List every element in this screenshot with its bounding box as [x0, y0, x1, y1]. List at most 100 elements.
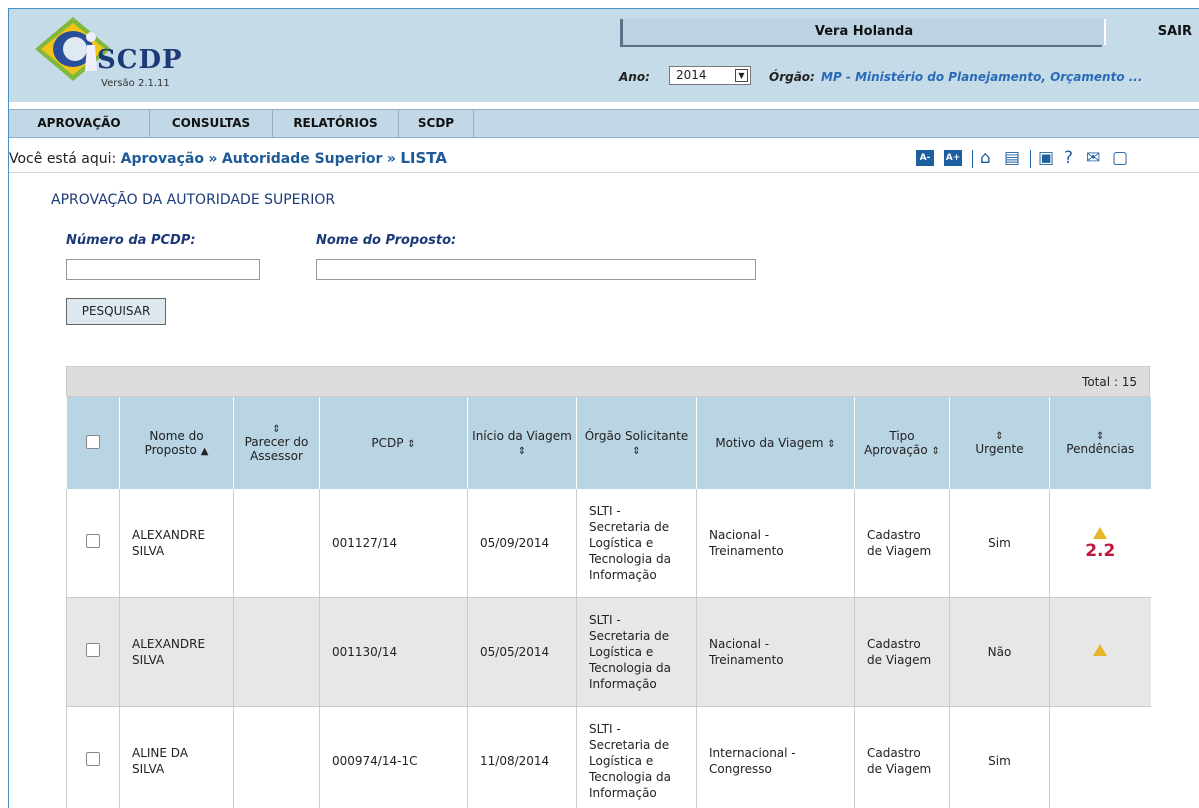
- proposto-input[interactable]: [316, 259, 756, 280]
- breadcrumb-item-autoridade-superior[interactable]: Autoridade Superior: [222, 151, 382, 167]
- breadcrumb-item-lista: LISTA: [400, 149, 447, 167]
- select-all-checkbox[interactable]: [86, 435, 100, 449]
- cell-pendencias: 2.2: [1050, 489, 1151, 598]
- warning-icon[interactable]: [1093, 527, 1107, 539]
- toolbar-divider: [972, 150, 973, 168]
- help-icon[interactable]: ?: [1064, 148, 1073, 168]
- cell-nome: ALEXANDRE SILVA: [120, 489, 234, 598]
- breadcrumb-separator: »: [208, 151, 217, 167]
- results-grid: Total : 15 Nome do Proposto ▲ ⇕Parecer d…: [66, 366, 1150, 808]
- col-header-pcdp[interactable]: PCDP ⇕: [320, 397, 468, 489]
- cell-nome: ALINE DA SILVA: [120, 707, 234, 808]
- row-checkbox[interactable]: [86, 643, 100, 657]
- cell-pcdp: 000974/14-1C: [320, 707, 468, 808]
- font-decrease-button[interactable]: A-: [916, 150, 934, 166]
- sort-icon: ⇕: [238, 424, 315, 435]
- comment-icon[interactable]: ▤: [1004, 148, 1020, 168]
- row-checkbox[interactable]: [86, 752, 100, 766]
- col-header-tipo[interactable]: Tipo Aprovação ⇕: [855, 397, 950, 489]
- cell-inicio: 05/05/2014: [468, 598, 577, 707]
- row-select-cell: [67, 489, 120, 598]
- chat-icon[interactable]: ▢: [1112, 148, 1128, 168]
- sort-icon: ⇕: [932, 446, 940, 457]
- col-label: Nome do Proposto: [145, 429, 204, 457]
- breadcrumb-item-aprovacao[interactable]: Aprovação: [121, 151, 204, 167]
- user-bar: Vera Holanda SAIR: [620, 19, 1199, 45]
- menu-item-consultas[interactable]: CONSULTAS: [150, 110, 273, 137]
- toolbar-divider: [1030, 150, 1031, 168]
- col-label: Parecer do Assessor: [245, 435, 309, 463]
- table-row[interactable]: ALEXANDRE SILVA 001130/14 05/05/2014 SLT…: [67, 598, 1151, 707]
- pcdp-input[interactable]: [66, 259, 260, 280]
- version-label: Versão 2.1.11: [101, 78, 170, 89]
- pcdp-label: Número da PCDP:: [66, 233, 196, 248]
- header: SCDP Versão 2.1.11 Vera Holanda SAIR Ano…: [9, 9, 1199, 102]
- col-header-pendencias[interactable]: ⇕Pendências: [1050, 397, 1151, 489]
- cell-tipo: Cadastro de Viagem: [855, 707, 950, 808]
- cell-tipo: Cadastro de Viagem: [855, 598, 950, 707]
- menu-item-scdp[interactable]: SCDP: [399, 110, 474, 137]
- ano-value: 2014: [676, 68, 707, 82]
- sort-icon: ⇕: [407, 439, 415, 450]
- font-increase-button[interactable]: A+: [944, 150, 962, 166]
- menu-item-aprovacao[interactable]: APROVAÇÃO: [9, 110, 150, 137]
- breadcrumb-prefix: Você está aqui:: [9, 151, 116, 167]
- search-button[interactable]: PESQUISAR: [66, 298, 166, 325]
- app-frame: SCDP Versão 2.1.11 Vera Holanda SAIR Ano…: [8, 8, 1199, 808]
- pendencia-code: 2.2: [1085, 541, 1115, 561]
- cell-urgente: Sim: [950, 707, 1050, 808]
- cell-urgente: Não: [950, 598, 1050, 707]
- col-header-parecer[interactable]: ⇕Parecer do Assessor: [234, 397, 320, 489]
- total-count: Total : 15: [66, 366, 1150, 397]
- cell-pendencias: [1050, 707, 1151, 808]
- table-row[interactable]: ALEXANDRE SILVA 001127/14 05/09/2014 SLT…: [67, 489, 1151, 598]
- col-header-nome[interactable]: Nome do Proposto ▲: [120, 397, 234, 489]
- mail-icon[interactable]: ✉: [1086, 148, 1100, 168]
- logout-button[interactable]: SAIR: [1104, 19, 1199, 45]
- col-label: PCDP: [371, 436, 403, 450]
- cell-inicio: 05/09/2014: [468, 489, 577, 598]
- cell-pcdp: 001130/14: [320, 598, 468, 707]
- cell-inicio: 11/08/2014: [468, 707, 577, 808]
- sort-icon: ⇕: [518, 446, 526, 457]
- col-label: Órgão Solicitante: [585, 429, 689, 443]
- cell-motivo: Nacional - Treinamento: [697, 598, 855, 707]
- select-all-cell: [67, 397, 120, 489]
- sort-icon: ⇕: [632, 446, 640, 457]
- col-header-orgao[interactable]: Órgão Solicitante ⇕: [577, 397, 697, 489]
- row-select-cell: [67, 707, 120, 808]
- cell-orgao: SLTI - Secretaria de Logística e Tecnolo…: [577, 707, 697, 808]
- proposto-label: Nome do Proposto:: [316, 233, 456, 248]
- home-icon[interactable]: ⌂: [980, 148, 991, 168]
- cell-parecer: [234, 489, 320, 598]
- warning-icon[interactable]: [1093, 644, 1107, 656]
- cell-parecer: [234, 707, 320, 808]
- video-icon[interactable]: ▣: [1038, 148, 1054, 168]
- cell-parecer: [234, 598, 320, 707]
- ano-label: Ano:: [619, 70, 650, 84]
- results-table: Nome do Proposto ▲ ⇕Parecer do Assessor …: [66, 397, 1151, 808]
- cell-orgao: SLTI - Secretaria de Logística e Tecnolo…: [577, 598, 697, 707]
- breadcrumb-separator: »: [387, 151, 396, 167]
- cell-motivo: Nacional - Treinamento: [697, 489, 855, 598]
- logo-text: SCDP: [97, 45, 183, 75]
- col-label: Início da Viagem: [472, 429, 572, 443]
- chevron-down-icon[interactable]: ▼: [735, 69, 748, 82]
- ano-select[interactable]: 2014 ▼: [669, 66, 751, 85]
- sort-icon: ⇕: [954, 431, 1045, 442]
- col-label: Urgente: [975, 442, 1023, 456]
- breadcrumb: Você está aqui: Aprovação » Autoridade S…: [9, 149, 447, 167]
- table-header-row: Nome do Proposto ▲ ⇕Parecer do Assessor …: [67, 397, 1151, 489]
- menu-item-relatorios[interactable]: RELATÓRIOS: [273, 110, 399, 137]
- cell-pendencias: [1050, 598, 1151, 707]
- col-header-inicio[interactable]: Início da Viagem ⇕: [468, 397, 577, 489]
- cell-urgente: Sim: [950, 489, 1050, 598]
- col-label: Tipo Aprovação: [864, 429, 928, 457]
- cell-pcdp: 001127/14: [320, 489, 468, 598]
- sort-icon: ⇕: [1054, 431, 1147, 442]
- table-row[interactable]: ALINE DA SILVA 000974/14-1C 11/08/2014 S…: [67, 707, 1151, 808]
- row-checkbox[interactable]: [86, 534, 100, 548]
- col-header-motivo[interactable]: Motivo da Viagem ⇕: [697, 397, 855, 489]
- page-title: APROVAÇÃO DA AUTORIDADE SUPERIOR: [51, 192, 335, 208]
- col-header-urgente[interactable]: ⇕Urgente: [950, 397, 1050, 489]
